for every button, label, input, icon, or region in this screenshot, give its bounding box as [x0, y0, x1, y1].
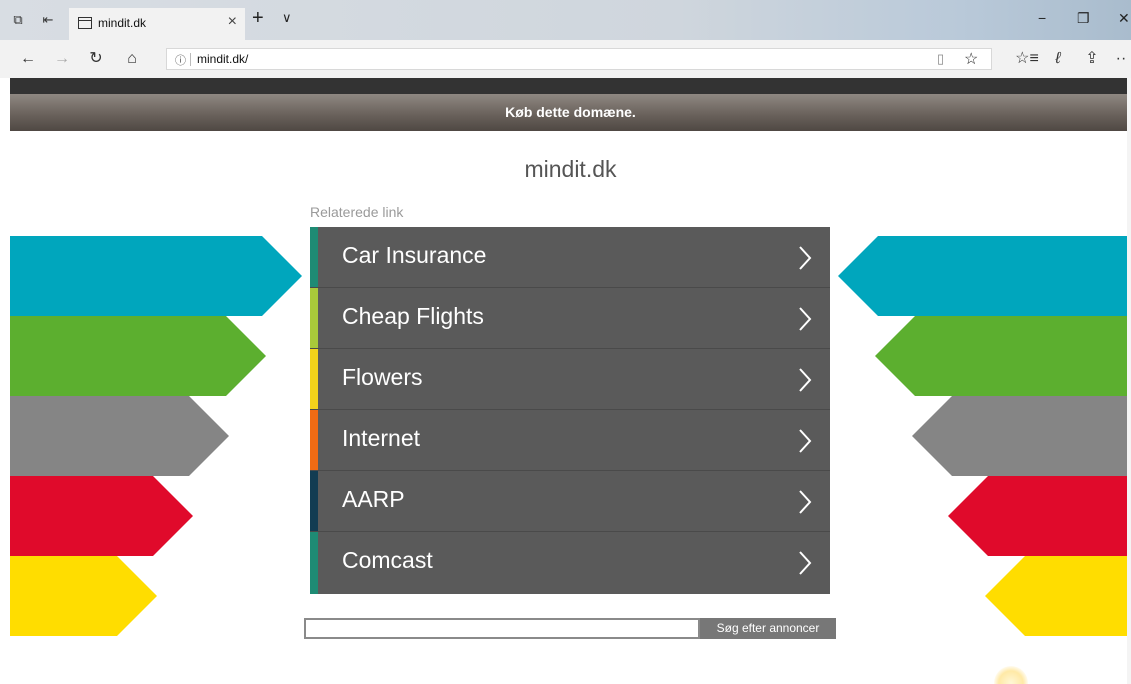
left-arrow-red [10, 476, 193, 556]
link-accent [310, 471, 318, 531]
link-flowers[interactable]: Flowers [310, 349, 830, 410]
link-label: AARP [342, 486, 405, 512]
link-comcast[interactable]: Comcast [310, 532, 830, 594]
chevron-right-icon [799, 490, 812, 514]
link-accent [310, 532, 318, 594]
link-aarp[interactable]: AARP [310, 471, 830, 532]
page-right-edge [1127, 78, 1131, 684]
chevron-right-icon [799, 368, 812, 392]
right-arrow-yellow [985, 556, 1127, 636]
link-label: Flowers [342, 364, 423, 390]
left-arrow-green [10, 316, 266, 396]
domain-title: mindit.dk [524, 156, 617, 182]
left-arrow-yellow [10, 556, 157, 636]
right-arrow-gray [912, 396, 1127, 476]
link-accent [310, 349, 318, 409]
left-arrow-teal [10, 236, 302, 316]
link-accent [310, 410, 318, 470]
chevron-right-icon [799, 246, 812, 270]
right-arrow-red [948, 476, 1127, 556]
link-internet[interactable]: Internet [310, 410, 830, 471]
link-label: Cheap Flights [342, 303, 484, 329]
right-arrow-teal [838, 236, 1127, 316]
related-links-label: Relaterede link [310, 204, 404, 220]
chevron-right-icon [799, 429, 812, 453]
link-label: Car Insurance [342, 242, 487, 268]
link-label: Internet [342, 425, 420, 451]
chevron-right-icon [799, 307, 812, 331]
left-arrow-gray [10, 396, 229, 476]
ad-search-button[interactable]: Søg efter annoncer [700, 618, 836, 639]
link-label: Comcast [342, 547, 433, 573]
link-accent [310, 288, 318, 348]
ad-search-input[interactable] [304, 618, 700, 639]
right-arrow-green [875, 316, 1127, 396]
related-links-list: Car Insurance Cheap Flights Flowers Inte… [310, 227, 830, 594]
chevron-right-icon [799, 551, 812, 575]
link-accent [310, 227, 318, 287]
link-car-insurance[interactable]: Car Insurance [310, 227, 830, 288]
link-cheap-flights[interactable]: Cheap Flights [310, 288, 830, 349]
